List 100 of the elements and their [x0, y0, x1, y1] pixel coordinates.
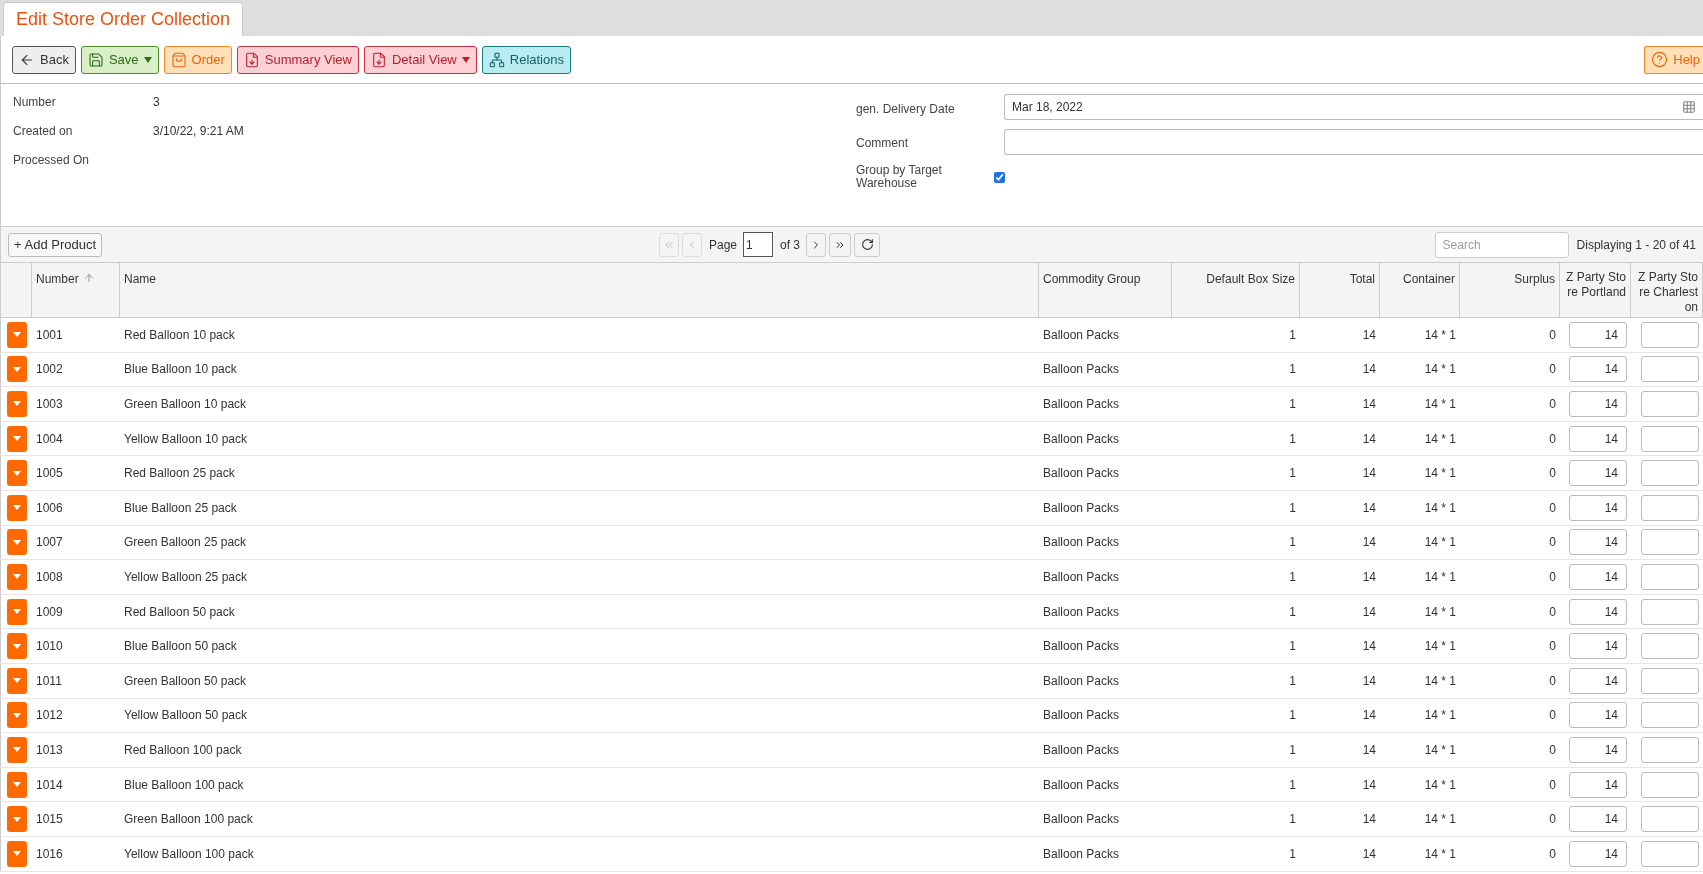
caret-icon: [12, 678, 21, 684]
row-menu-button[interactable]: [6, 321, 27, 348]
comment-field[interactable]: [1004, 129, 1703, 155]
date-field[interactable]: Mar 18, 2022: [1004, 94, 1703, 120]
table-cell: 0: [1549, 431, 1556, 446]
page-field[interactable]: 1: [743, 232, 774, 257]
quantity-field[interactable]: 14: [1569, 563, 1627, 590]
quantity-field[interactable]: [1641, 736, 1699, 763]
quantity-field[interactable]: 14: [1569, 771, 1627, 798]
toolbar-button[interactable]: Back: [12, 45, 76, 74]
table-cell: 1: [1289, 846, 1296, 861]
column-header[interactable]: Commodity Group: [1043, 270, 1141, 317]
row-menu-button[interactable]: [6, 494, 27, 521]
table-cell: 14: [1362, 639, 1376, 654]
table-cell: 14 * 1: [1424, 569, 1456, 584]
row-menu-button[interactable]: [6, 563, 27, 590]
caret-icon: [12, 436, 21, 442]
quantity-field[interactable]: [1641, 425, 1699, 452]
row-menu-button[interactable]: [6, 736, 27, 763]
search-field[interactable]: Search: [1434, 231, 1569, 258]
table-cell: 14: [1362, 708, 1376, 723]
table-cell: Yellow Balloon 10 pack: [124, 431, 247, 446]
shopping-bag-icon: [170, 51, 187, 68]
row-menu-button[interactable]: [6, 702, 27, 729]
column-header[interactable]: Number: [36, 270, 79, 317]
quantity-field[interactable]: [1641, 494, 1699, 521]
quantity-field[interactable]: [1641, 598, 1699, 625]
quantity-field[interactable]: [1641, 806, 1699, 833]
column-header[interactable]: Z Party Store Portland: [1564, 270, 1626, 317]
row-menu-button[interactable]: [6, 633, 27, 660]
row-menu-button[interactable]: [6, 356, 27, 383]
table-cell: 14 * 1: [1424, 673, 1456, 688]
row-menu-button[interactable]: [6, 529, 27, 556]
quantity-field[interactable]: 14: [1569, 494, 1627, 521]
quantity-field[interactable]: [1641, 356, 1699, 383]
table-cell: 1: [1289, 500, 1296, 515]
quantity-field[interactable]: 14: [1569, 702, 1627, 729]
toolbar-button[interactable]: Save: [80, 45, 159, 74]
column-header[interactable]: Surplus: [1514, 270, 1555, 317]
quantity-field[interactable]: 14: [1569, 391, 1627, 417]
quantity-field[interactable]: 14: [1569, 529, 1627, 556]
checkbox[interactable]: [994, 171, 1005, 183]
quantity-field[interactable]: 14: [1569, 806, 1627, 833]
row-menu-button[interactable]: [6, 840, 27, 867]
quantity-field[interactable]: 14: [1569, 321, 1627, 348]
column-header[interactable]: Total: [1349, 270, 1375, 317]
add-product-button[interactable]: + Add Product: [8, 232, 103, 257]
quantity-field[interactable]: [1641, 391, 1699, 417]
row-menu-button[interactable]: [6, 771, 27, 798]
column-header[interactable]: Name: [124, 270, 156, 317]
quantity-field[interactable]: 14: [1569, 598, 1627, 625]
quantity-field[interactable]: 14: [1569, 460, 1627, 487]
table-cell: 1002: [36, 362, 63, 377]
table-cell: 1: [1289, 742, 1296, 757]
table-cell: 14: [1362, 397, 1376, 411]
caret-icon: [12, 332, 21, 338]
quantity-field[interactable]: 14: [1569, 633, 1627, 660]
row-menu-button[interactable]: [6, 598, 27, 625]
table-cell: Balloon Packs: [1043, 327, 1120, 342]
toolbar-button[interactable]: Summary View: [236, 45, 359, 74]
quantity-field[interactable]: [1641, 563, 1699, 590]
column-header[interactable]: Z Party Store Charleston: [1635, 270, 1698, 317]
next-page-button[interactable]: [806, 232, 827, 257]
table-cell: Balloon Packs: [1043, 535, 1120, 550]
quantity-field[interactable]: [1641, 702, 1699, 729]
document-download-icon: [370, 51, 387, 68]
table-cell: Balloon Packs: [1043, 846, 1120, 861]
table-cell: Balloon Packs: [1043, 708, 1120, 723]
quantity-field[interactable]: [1641, 771, 1699, 798]
row-menu-button[interactable]: [6, 460, 27, 487]
table-cell: 1: [1289, 777, 1296, 792]
quantity-field[interactable]: [1641, 460, 1699, 487]
row-menu-button[interactable]: [6, 806, 27, 833]
quantity-field[interactable]: [1641, 529, 1699, 556]
quantity-field[interactable]: 14: [1569, 840, 1627, 867]
row-menu-button[interactable]: [6, 391, 27, 417]
previous-page-button[interactable]: [682, 232, 702, 257]
quantity-field[interactable]: 14: [1569, 356, 1627, 383]
caret-icon: [12, 470, 21, 476]
table-cell: Yellow Balloon 100 pack: [124, 846, 254, 861]
column-header[interactable]: Container: [1402, 270, 1455, 317]
quantity-field[interactable]: [1641, 321, 1699, 348]
caret-icon: [12, 505, 21, 511]
table-cell: Balloon Packs: [1043, 604, 1120, 619]
column-header[interactable]: Default Box Size: [1206, 270, 1295, 317]
toolbar-button[interactable]: Detail View: [363, 45, 477, 74]
quantity-field[interactable]: 14: [1569, 425, 1627, 452]
refresh-button[interactable]: [854, 232, 881, 257]
quantity-field[interactable]: 14: [1569, 736, 1627, 763]
quantity-field[interactable]: [1641, 667, 1699, 694]
quantity-field[interactable]: [1641, 633, 1699, 660]
row-menu-button[interactable]: [6, 425, 27, 452]
table-cell: 14: [1362, 604, 1376, 619]
tab[interactable]: Edit Store Order Collection: [3, 2, 244, 36]
quantity-field[interactable]: 14: [1569, 667, 1627, 694]
first-page-button[interactable]: [659, 232, 679, 257]
toolbar-button[interactable]: Relations: [481, 45, 571, 74]
quantity-field[interactable]: [1641, 840, 1699, 867]
row-menu-button[interactable]: [6, 667, 27, 694]
field-label: gen. Delivery Date: [856, 101, 956, 118]
